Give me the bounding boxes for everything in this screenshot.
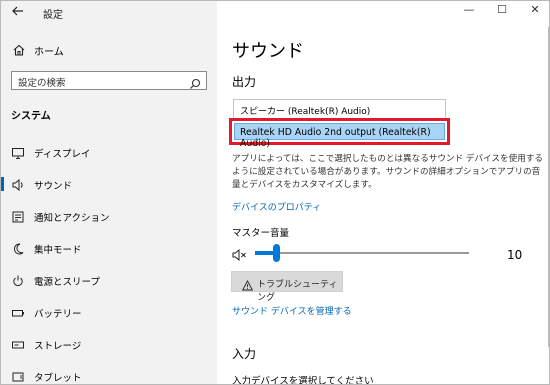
home-label: ホーム [34, 47, 64, 58]
output-option-selected[interactable]: Realtek HD Audio 2nd output (Realtek(R) … [234, 123, 445, 149]
sidebar-item-notifications[interactable]: 通知とアクション [1, 204, 217, 228]
speaker-mute-icon[interactable] [232, 247, 248, 262]
main-content: — ☐ ✕ サウンド 出力 スピーカー (Realtek(R) Audio) R… [217, 1, 549, 385]
sidebar-item-focus-assist[interactable]: 集中モード [1, 236, 217, 260]
sidebar-item-tablet[interactable]: タブレット [1, 364, 217, 384]
notifications-icon [11, 209, 25, 223]
sidebar-item-label: 電源とスリープ [34, 277, 100, 288]
titlebar: 設定 [1, 1, 217, 27]
focus-assist-icon [11, 241, 25, 255]
maximize-button[interactable]: ☐ [492, 3, 512, 16]
search-placeholder: 設定の検索 [18, 78, 66, 89]
output-option-label: スピーカー (Realtek(R) Audio) [240, 107, 371, 117]
troubleshoot-label: トラブルシューティング [257, 280, 338, 303]
input-subtitle: 入力デバイスを選択してください [232, 376, 374, 385]
master-volume-value: 10 [507, 248, 523, 262]
input-heading: 入力 [232, 347, 257, 361]
section-label: システム [11, 111, 51, 122]
warning-icon [241, 276, 254, 291]
sidebar: 設定 ホーム 設定の検索 システム ディスプレイ サウンド 通知とアクション 集… [1, 1, 217, 384]
sound-icon [11, 177, 25, 192]
back-arrow-icon[interactable] [9, 4, 27, 22]
settings-window: 設定 ホーム 設定の検索 システム ディスプレイ サウンド 通知とアクション 集… [0, 0, 550, 385]
sidebar-item-label: バッテリー [34, 309, 82, 320]
sidebar-item-label: 通知とアクション [34, 213, 110, 224]
search-input[interactable]: 設定の検索 [11, 71, 207, 90]
sidebar-item-storage[interactable]: ストレージ [1, 332, 217, 356]
page-title: サウンド [232, 41, 304, 62]
search-icon[interactable] [189, 75, 201, 89]
master-volume-label: マスター音量 [232, 228, 290, 239]
power-icon [11, 273, 25, 287]
device-properties-link[interactable]: デバイスのプロパティ [232, 200, 321, 213]
sidebar-item-home[interactable]: ホーム [1, 39, 217, 61]
home-icon [12, 42, 26, 56]
output-heading: 出力 [232, 75, 257, 89]
display-icon [11, 145, 25, 159]
sidebar-item-label: ディスプレイ [34, 149, 91, 160]
storage-icon [11, 337, 25, 351]
output-option-speaker[interactable]: スピーカー (Realtek(R) Audio) [233, 99, 446, 119]
output-description: アプリによっては、ここで選択したものとは異なるサウンド デバイスを使用するように… [232, 154, 543, 190]
manage-sound-devices-link[interactable]: サウンド デバイスを管理する [232, 304, 352, 317]
sidebar-item-power[interactable]: 電源とスリープ [1, 268, 217, 292]
volume-thumb[interactable] [273, 244, 281, 262]
sidebar-item-label: サウンド [34, 181, 73, 192]
sidebar-item-display[interactable]: ディスプレイ [1, 140, 217, 164]
minimize-button[interactable]: — [459, 3, 479, 16]
troubleshoot-button[interactable]: トラブルシューティング [231, 271, 343, 303]
battery-icon [11, 305, 25, 319]
sidebar-item-label: ストレージ [34, 341, 82, 352]
highlight-callout: Realtek HD Audio 2nd output (Realtek(R) … [229, 118, 450, 149]
sidebar-item-label: タブレット [34, 373, 82, 384]
close-button[interactable]: ✕ [525, 3, 545, 16]
output-option-label: Realtek HD Audio 2nd output (Realtek(R) … [240, 127, 431, 149]
sidebar-item-battery[interactable]: バッテリー [1, 300, 217, 324]
active-indicator [1, 177, 4, 191]
tablet-icon [11, 369, 25, 383]
app-title: 設定 [43, 10, 63, 21]
sidebar-item-label: 集中モード [34, 245, 82, 256]
sidebar-item-sound[interactable]: サウンド [1, 172, 217, 196]
master-volume-slider[interactable] [255, 244, 469, 262]
